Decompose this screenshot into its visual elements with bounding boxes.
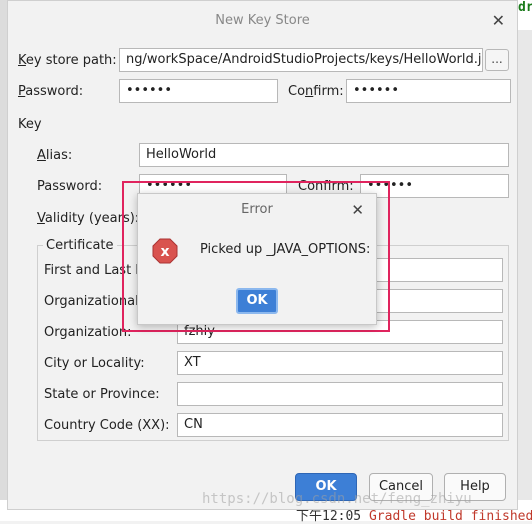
password-input[interactable]: •••••• xyxy=(119,79,278,103)
organization-label: Organization: xyxy=(44,325,132,340)
ide-left-edge xyxy=(0,0,7,521)
city-input[interactable]: XT xyxy=(177,351,503,375)
gradle-time: 下午12:05 xyxy=(296,509,362,524)
ide-top-right-text: dr xyxy=(518,0,532,30)
city-label: City or Locality: xyxy=(44,356,145,371)
key-section-label: Key xyxy=(18,117,42,132)
error-title: Error xyxy=(241,202,273,217)
alias-input[interactable]: HelloWorld xyxy=(139,143,509,167)
state-label: State or Province: xyxy=(44,387,160,402)
browse-button[interactable]: ... xyxy=(485,49,509,71)
error-ok-button[interactable]: OK xyxy=(236,288,278,314)
svg-text:x: x xyxy=(160,244,169,260)
dialog-titlebar: New Key Store ✕ xyxy=(8,1,517,39)
close-icon[interactable]: ✕ xyxy=(351,194,364,226)
watermark-text: https://blog.csdn.net/feng_zhiyu xyxy=(202,491,472,507)
confirm-label: Confirm: xyxy=(288,84,344,99)
keystore-path-input[interactable]: ng/workSpace/AndroidStudioProjects/keys/… xyxy=(119,48,483,72)
confirm-input[interactable]: •••••• xyxy=(346,79,511,103)
error-icon: x xyxy=(152,238,178,264)
close-icon[interactable]: ✕ xyxy=(492,11,505,30)
keystore-path-label: Key store path: xyxy=(18,53,117,68)
error-titlebar: Error ✕ xyxy=(138,194,376,226)
alias-label: Alias: xyxy=(37,148,73,163)
country-code-input[interactable]: CN xyxy=(177,413,503,437)
dialog-title: New Key Store xyxy=(215,12,310,28)
country-code-label: Country Code (XX): xyxy=(44,418,170,433)
error-dialog: Error ✕ x Picked up _JAVA_OPTIONS: OK xyxy=(137,193,377,325)
error-message: Picked up _JAVA_OPTIONS: xyxy=(200,242,371,257)
gradle-message: Gradle build finished xyxy=(368,509,532,524)
state-input[interactable] xyxy=(177,382,503,406)
certificate-section-label: Certificate xyxy=(43,238,117,253)
key-password-label: Password: xyxy=(37,179,103,194)
password-label: Password: xyxy=(18,84,84,99)
